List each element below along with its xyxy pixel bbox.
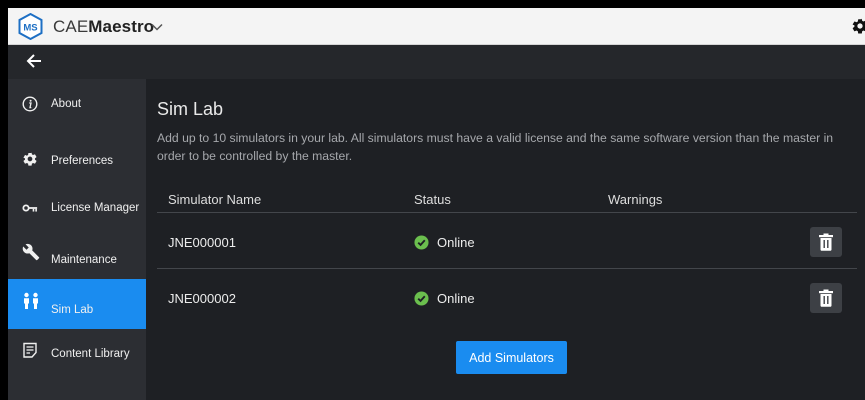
chevron-down-icon[interactable] [150, 20, 164, 34]
trash-icon [819, 289, 833, 307]
sidebar-item-about[interactable]: About [8, 79, 146, 129]
app-title-bold: Maestro [88, 17, 155, 36]
info-icon [22, 96, 38, 112]
status-label: Online [437, 291, 475, 306]
simulator-name-cell: JNE000002 [168, 291, 236, 306]
simulator-name-cell: JNE000001 [168, 235, 236, 250]
sidebar-item-preferences[interactable]: Preferences [8, 129, 146, 179]
sidebar-item-label: Preferences [51, 155, 114, 167]
sidebar-item-label: About [51, 98, 82, 110]
sidebar-item-label: Sim Lab [51, 304, 94, 316]
add-simulators-button[interactable]: Add Simulators [456, 341, 567, 374]
sidebar-item-label: Maintenance [51, 254, 117, 266]
svg-text:MS: MS [23, 23, 37, 34]
check-circle-icon [414, 235, 429, 250]
delete-simulator-button[interactable] [810, 283, 842, 313]
sidebar-item-license-manager[interactable]: License Manager [8, 179, 146, 229]
wrench-icon [22, 243, 40, 261]
sidebar-item-maintenance[interactable]: Maintenance [8, 229, 146, 279]
column-header-name[interactable]: Simulator Name [168, 192, 261, 207]
app-window: MS CAEMaestro About Preferences License … [8, 8, 865, 400]
main-panel: Sim Lab Add up to 10 simulators in your … [146, 79, 865, 400]
back-bar [8, 45, 865, 79]
delete-simulator-button[interactable] [810, 227, 842, 257]
gear-icon [23, 152, 37, 166]
sidebar-item-sim-lab[interactable]: Sim Lab [8, 279, 146, 329]
title-bar: MS CAEMaestro [8, 8, 865, 45]
check-circle-icon [414, 291, 429, 306]
sidebar: About Preferences License Manager Mainte… [8, 79, 146, 400]
arrow-left-icon[interactable] [26, 53, 42, 69]
column-header-status[interactable]: Status [414, 192, 451, 207]
ms-logo-icon: MS [18, 13, 43, 40]
sidebar-item-label: License Manager [51, 202, 140, 214]
header-divider [157, 212, 857, 213]
status-label: Online [437, 235, 475, 250]
sidebar-item-content-library[interactable]: Content Library [8, 329, 146, 379]
document-icon [23, 342, 37, 358]
app-title-prefix: CAE [53, 17, 89, 36]
column-header-warnings[interactable]: Warnings [608, 192, 662, 207]
page-title: Sim Lab [157, 99, 224, 119]
page-description: Add up to 10 simulators in your lab. All… [157, 131, 834, 163]
row-divider [157, 268, 857, 269]
gear-icon[interactable] [851, 17, 865, 35]
sidebar-item-label: Content Library [51, 348, 130, 360]
key-icon [22, 204, 38, 212]
people-icon [24, 292, 38, 309]
trash-icon [819, 233, 833, 251]
app-title[interactable]: CAEMaestro [53, 17, 154, 37]
